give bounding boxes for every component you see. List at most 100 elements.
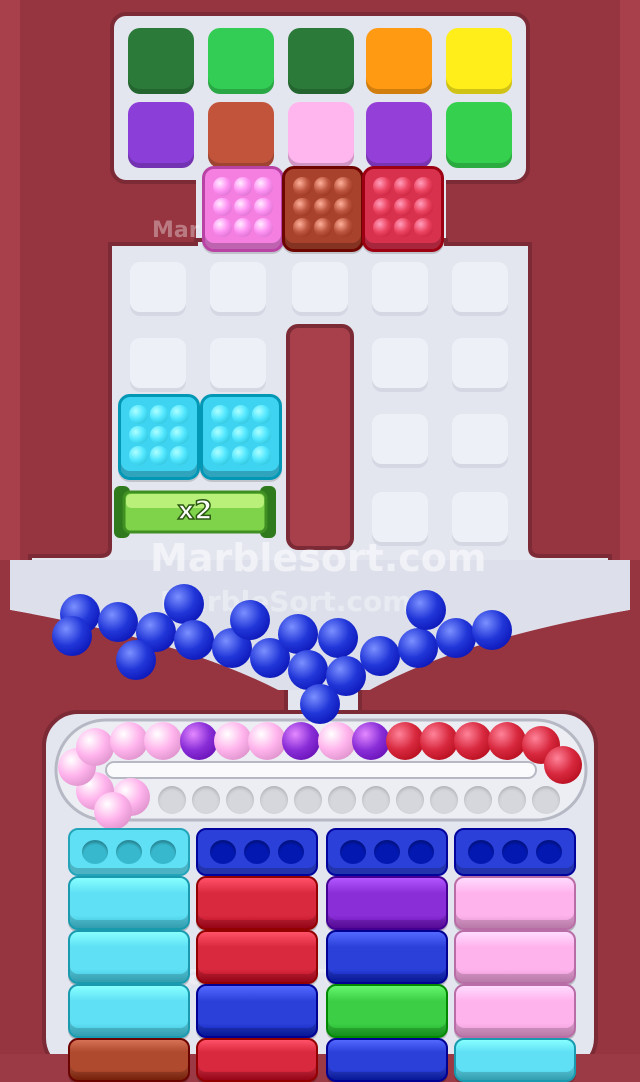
cap-hole	[468, 840, 494, 864]
color-tile[interactable]	[128, 102, 194, 168]
marble-dot	[393, 177, 413, 196]
crate-red[interactable]	[196, 876, 318, 930]
empty-slot[interactable]	[372, 492, 428, 546]
marble-dot	[334, 197, 353, 217]
purple-marble	[352, 722, 390, 760]
marble-box-cyan[interactable]	[200, 394, 282, 480]
crate-green[interactable]	[326, 984, 448, 1038]
pink-marble	[318, 722, 356, 760]
marble-dot	[231, 425, 251, 445]
marble-dot	[334, 218, 353, 237]
color-tile[interactable]	[446, 102, 512, 168]
color-tile[interactable]	[366, 28, 432, 94]
marble-dot	[373, 218, 392, 237]
crate-pink[interactable]	[454, 984, 576, 1038]
cap-hole	[374, 840, 400, 864]
empty-slot[interactable]	[130, 338, 186, 392]
crate-blue[interactable]	[326, 930, 448, 984]
color-tile[interactable]	[288, 102, 354, 168]
empty-slot[interactable]	[372, 338, 428, 392]
red-marble	[488, 722, 526, 760]
crate-red[interactable]	[196, 1038, 318, 1082]
empty-track-hole	[226, 786, 254, 814]
marble-dot	[252, 425, 271, 445]
cap-hole	[150, 840, 176, 864]
color-tile[interactable]	[366, 102, 432, 168]
marble-dot	[149, 446, 169, 465]
empty-slot[interactable]	[452, 492, 508, 546]
crate-cyan[interactable]	[68, 876, 190, 930]
empty-track-hole	[498, 786, 526, 814]
marble-dot	[313, 218, 333, 237]
crate-blue[interactable]	[326, 1038, 448, 1082]
cap-hole	[340, 840, 366, 864]
empty-slot[interactable]	[210, 338, 266, 392]
marble-dot	[393, 197, 413, 217]
empty-track-hole	[430, 786, 458, 814]
crate-blue[interactable]	[196, 984, 318, 1038]
marble-dot	[254, 177, 273, 196]
marble-dot	[414, 197, 433, 217]
marble-dot	[414, 218, 433, 237]
blue-marble	[116, 640, 156, 680]
crate-cyan[interactable]	[68, 984, 190, 1038]
watermark-main: Marblesort.com	[150, 536, 487, 580]
marble-dot	[293, 197, 312, 217]
color-tile[interactable]	[208, 28, 274, 94]
marble-dot	[129, 425, 148, 445]
red-marble	[454, 722, 492, 760]
empty-slot[interactable]	[130, 262, 186, 316]
blue-marble	[472, 610, 512, 650]
pink-marble	[144, 722, 182, 760]
marble-dot	[231, 446, 251, 465]
empty-slot[interactable]	[452, 262, 508, 316]
color-tile[interactable]	[208, 102, 274, 168]
marble-dot	[254, 197, 273, 217]
pink-marble	[110, 722, 148, 760]
color-tile[interactable]	[128, 28, 194, 94]
column-cap-blue[interactable]	[326, 828, 448, 876]
cap-hole	[82, 840, 108, 864]
blue-marble	[52, 616, 92, 656]
red-marble	[544, 746, 582, 784]
pink-marble	[214, 722, 252, 760]
marble-dot	[149, 425, 169, 445]
empty-slot[interactable]	[452, 414, 508, 468]
empty-track-hole	[294, 786, 322, 814]
crate-pink[interactable]	[454, 876, 576, 930]
empty-slot[interactable]	[292, 262, 348, 316]
crate-purple[interactable]	[326, 876, 448, 930]
marble-box-pink[interactable]	[202, 166, 284, 252]
blue-marble	[300, 684, 340, 724]
marble-dot	[313, 177, 333, 196]
crate-brown[interactable]	[68, 1038, 190, 1082]
column-cap-blue[interactable]	[454, 828, 576, 876]
column-cap-cyan[interactable]	[68, 828, 190, 876]
empty-track-hole	[192, 786, 220, 814]
crate-cyan[interactable]	[454, 1038, 576, 1082]
crate-cyan[interactable]	[68, 930, 190, 984]
empty-slot[interactable]	[372, 414, 428, 468]
crate-red[interactable]	[196, 930, 318, 984]
marble-box-cyan[interactable]	[118, 394, 200, 480]
color-tile[interactable]	[288, 28, 354, 94]
marble-dot	[213, 177, 232, 196]
crate-pink[interactable]	[454, 930, 576, 984]
marble-dot	[211, 425, 230, 445]
empty-slot[interactable]	[452, 338, 508, 392]
pink-marble	[248, 722, 286, 760]
marble-box-brown[interactable]	[282, 166, 364, 252]
cap-hole	[502, 840, 528, 864]
cap-hole	[408, 840, 434, 864]
empty-slot[interactable]	[210, 262, 266, 316]
empty-slot[interactable]	[372, 262, 428, 316]
x2-booster-button[interactable]: x2	[114, 486, 276, 538]
marble-dot	[129, 405, 148, 424]
marble-box-red[interactable]	[362, 166, 444, 252]
blue-marble	[436, 618, 476, 658]
blue-marble	[398, 628, 438, 668]
booster-label: x2	[177, 495, 213, 527]
blue-marble	[318, 618, 358, 658]
column-cap-blue[interactable]	[196, 828, 318, 876]
color-tile[interactable]	[446, 28, 512, 94]
